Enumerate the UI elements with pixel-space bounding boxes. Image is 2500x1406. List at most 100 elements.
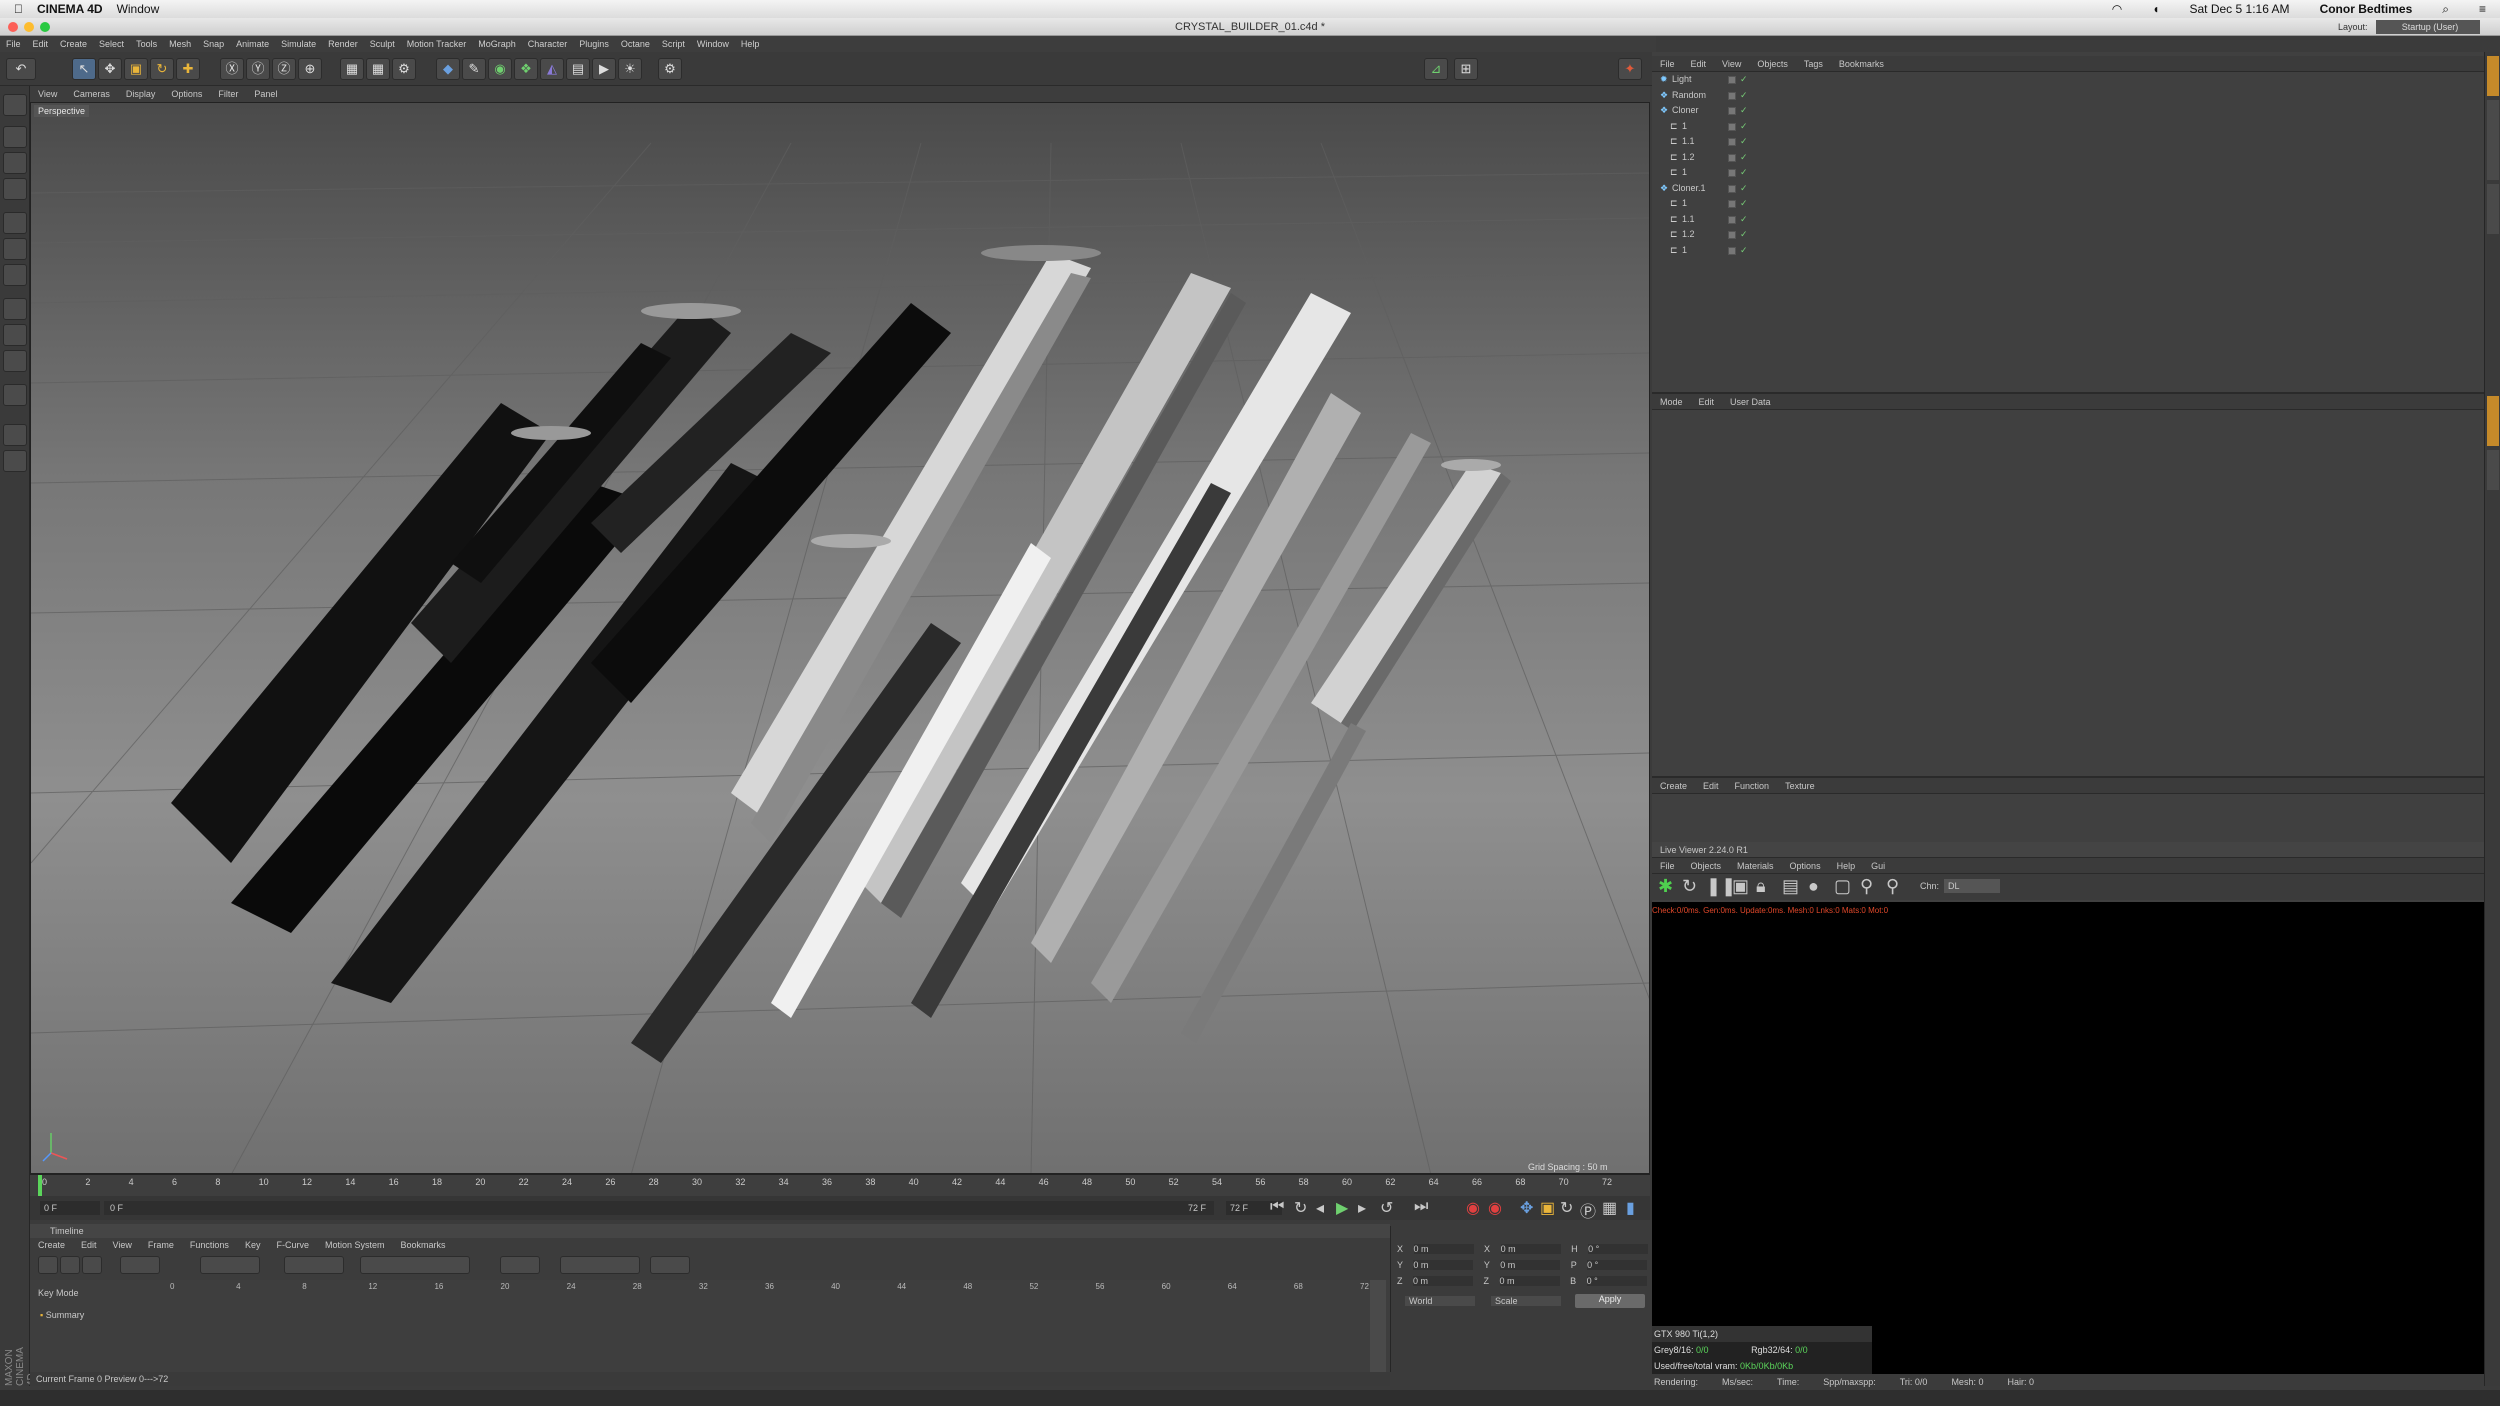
render-settings-icon[interactable]: ⚙ — [392, 58, 416, 80]
object-row[interactable]: ⊏ 1 ✓ — [1652, 196, 2484, 212]
record-icon[interactable]: ↻ — [1294, 1198, 1307, 1218]
menu-mograph[interactable]: MoGraph — [472, 39, 522, 49]
layer-swatch[interactable] — [1728, 184, 1736, 193]
move-tool-icon[interactable]: ✥ — [98, 58, 122, 80]
curve-tools-icon[interactable] — [360, 1256, 470, 1274]
rot-b-field[interactable]: 0 ° — [1586, 1276, 1647, 1286]
layer-swatch[interactable] — [1728, 200, 1736, 208]
coordinate-system-icon[interactable]: ⊕ — [298, 58, 322, 80]
minimize-window-button[interactable] — [24, 22, 34, 32]
stop-render-icon[interactable]: ▣ — [1732, 876, 1749, 897]
size-z-field[interactable]: 0 m — [1499, 1276, 1560, 1286]
tl-menu-edit[interactable]: Edit — [73, 1240, 105, 1250]
lv-menu-objects[interactable]: Objects — [1683, 861, 1730, 871]
light-icon[interactable]: ☀ — [618, 58, 642, 80]
object-row[interactable]: ⊏ 1 ✓ — [1652, 165, 2484, 181]
pick-focus-icon[interactable]: ⚲ — [1860, 876, 1873, 897]
lock-workplane-icon[interactable] — [3, 424, 27, 446]
add-tool-icon[interactable]: ✚ — [176, 58, 200, 80]
step-forward-icon[interactable]: ▸ — [1358, 1198, 1366, 1218]
pos-y-field[interactable]: 0 m — [1413, 1260, 1474, 1270]
restart-render-icon[interactable]: ↻ — [1682, 876, 1697, 897]
vp-menu-display[interactable]: Display — [118, 89, 164, 99]
layer-swatch[interactable] — [1728, 107, 1736, 115]
tweak-mode-icon[interactable] — [3, 324, 27, 346]
menu-edit[interactable]: Edit — [27, 39, 55, 49]
mm-menu-edit[interactable]: Edit — [1695, 781, 1727, 791]
3d-viewport[interactable] — [30, 102, 1650, 1174]
step-back-icon[interactable]: ◂ — [1316, 1198, 1324, 1218]
mograph-cloner-icon[interactable]: ❖ — [514, 58, 538, 80]
rot-p-field[interactable]: 0 ° — [1587, 1260, 1648, 1270]
om-menu-edit[interactable]: Edit — [1683, 59, 1715, 69]
enabled-check-icon[interactable]: ✓ — [1740, 134, 1748, 149]
menu-render[interactable]: Render — [322, 39, 364, 49]
edges-mode-icon[interactable] — [3, 238, 27, 260]
material-sphere-icon[interactable]: ● — [1808, 876, 1819, 897]
layer-swatch[interactable] — [1728, 231, 1736, 239]
key-param-icon[interactable]: Ⓟ — [1580, 1198, 1596, 1222]
lv-menu-materials[interactable]: Materials — [1729, 861, 1782, 871]
mm-menu-texture[interactable]: Texture — [1777, 781, 1823, 791]
solo-icon[interactable] — [3, 384, 27, 406]
y-axis-icon[interactable]: Ⓨ — [246, 58, 270, 80]
layer-swatch[interactable] — [1728, 122, 1736, 131]
layout-select[interactable]: Startup (User) — [2376, 20, 2480, 34]
summary-track[interactable]: ▪ Summary — [40, 1310, 84, 1320]
make-editable-icon[interactable] — [3, 94, 27, 116]
wifi-icon[interactable]: ◠ — [2112, 2, 2122, 16]
enabled-check-icon[interactable]: ✓ — [1740, 165, 1748, 180]
rot-h-field[interactable]: 0 ° — [1588, 1244, 1649, 1254]
object-row[interactable]: ⊏ 1 ✓ — [1652, 243, 2484, 259]
lock-icon[interactable]: 🔒︎ — [1756, 876, 1766, 897]
layer-swatch[interactable] — [1728, 246, 1736, 255]
menu-animate[interactable]: Animate — [230, 39, 275, 49]
tl-menu-motion-system[interactable]: Motion System — [317, 1240, 393, 1250]
layers-tab[interactable] — [2487, 450, 2499, 490]
object-row[interactable]: ⊏ 1.2 ✓ — [1652, 227, 2484, 243]
layer-swatch[interactable] — [1728, 215, 1736, 224]
user-name[interactable]: Conor Bedtimes — [2320, 2, 2413, 16]
scale-tool-icon[interactable]: ▣ — [124, 58, 148, 80]
play-icon[interactable]: ▶ — [1336, 1198, 1348, 1218]
object-row[interactable]: ❖ Cloner.1 ✓ — [1652, 181, 2484, 197]
enabled-check-icon[interactable]: ✓ — [1740, 150, 1748, 165]
enabled-check-icon[interactable]: ✓ — [1740, 119, 1748, 134]
enabled-check-icon[interactable]: ✓ — [1740, 181, 1748, 196]
keys-preset-icon[interactable] — [120, 1256, 160, 1274]
loop-icon[interactable]: ↺ — [1380, 1198, 1393, 1218]
enabled-check-icon[interactable]: ✓ — [1740, 103, 1748, 118]
workplane-mode-icon[interactable] — [3, 178, 27, 200]
misc-tools-icon[interactable] — [650, 1256, 690, 1274]
content-browser-tab[interactable] — [2487, 100, 2499, 180]
attributes-tab[interactable] — [2487, 396, 2499, 446]
objects-tab[interactable] — [2487, 56, 2499, 96]
snap-icon[interactable]: ⊿ — [1424, 58, 1448, 80]
menu-window[interactable]: Window — [691, 39, 735, 49]
menu-snap[interactable]: Snap — [197, 39, 230, 49]
layer-swatch[interactable] — [1728, 138, 1736, 146]
record-keys-icon[interactable]: ◉ — [1466, 1198, 1480, 1218]
undo-icon[interactable]: ↶ — [6, 58, 36, 80]
scale-select[interactable]: Scale — [1491, 1296, 1561, 1306]
menu-simulate[interactable]: Simulate — [275, 39, 322, 49]
vp-menu-filter[interactable]: Filter — [210, 89, 246, 99]
vp-menu-panel[interactable]: Panel — [246, 89, 285, 99]
tl-menu-create[interactable]: Create — [30, 1240, 73, 1250]
spline-pen-icon[interactable]: ✎ — [462, 58, 486, 80]
motion-mode-icon[interactable] — [82, 1256, 102, 1274]
dope-sheet-icon[interactable] — [38, 1256, 58, 1274]
menu-character[interactable]: Character — [522, 39, 574, 49]
save-image-icon[interactable]: ▤ — [1782, 876, 1799, 897]
am-menu-user-data[interactable]: User Data — [1722, 397, 1779, 407]
close-window-button[interactable] — [8, 22, 18, 32]
viewport-label[interactable]: Perspective — [34, 105, 90, 117]
object-row[interactable]: ⊏ 1 ✓ — [1652, 119, 2484, 135]
om-menu-view[interactable]: View — [1714, 59, 1749, 69]
time-ruler[interactable]: 0 2 4 6 8 10 12 14 16 18 20 22 24 26 28 30 32 34 36 38 40 42 4… — [30, 1174, 1650, 1197]
om-menu-tags[interactable]: Tags — [1796, 59, 1831, 69]
menu-script[interactable]: Script — [656, 39, 691, 49]
vp-menu-options[interactable]: Options — [163, 89, 210, 99]
object-row[interactable]: ❖ Random ✓ — [1652, 88, 2484, 104]
tl-menu-frame[interactable]: Frame — [140, 1240, 182, 1250]
